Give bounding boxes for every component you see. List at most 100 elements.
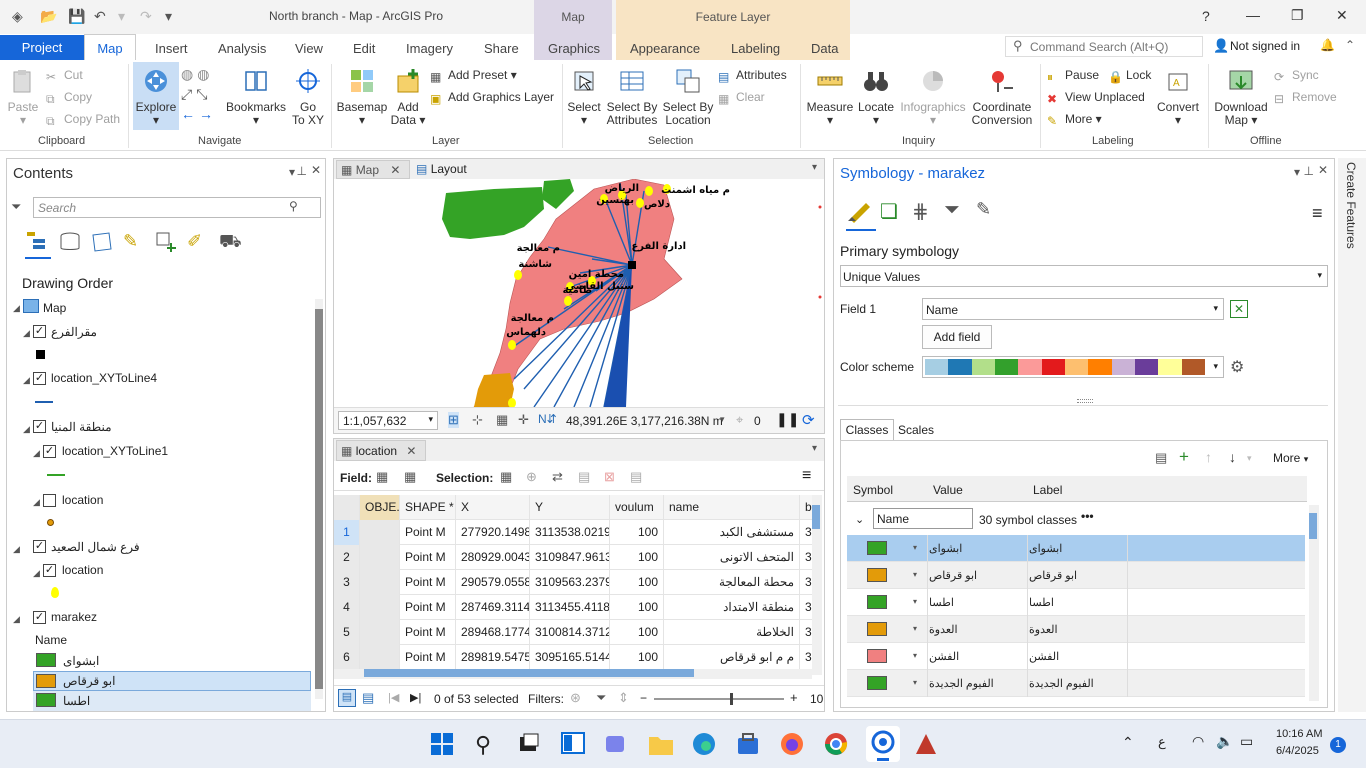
more-button[interactable]: More ▾ <box>1273 451 1308 465</box>
tab-map[interactable]: Map <box>84 34 136 61</box>
sort-icon[interactable]: ▾ <box>1247 453 1252 464</box>
symbol-class-row[interactable]: ▾ ابشواى ابشواى <box>847 535 1305 562</box>
tab-data[interactable]: Data <box>811 41 838 56</box>
tab-layout[interactable]: ▤ Layout <box>412 160 522 179</box>
add-class-icon[interactable]: + <box>1179 447 1189 467</box>
class-label[interactable]: ابشواى <box>1029 542 1124 555</box>
last-record-icon[interactable]: ▶| <box>410 691 421 704</box>
symbol-dropdown-icon[interactable]: ▾ <box>913 543 917 552</box>
clear-selection-button[interactable]: ▦ Clear <box>718 90 765 106</box>
layer-marakez[interactable]: marakez <box>51 610 97 624</box>
cell-name[interactable]: محطة المعالجة <box>664 570 800 595</box>
paste-button[interactable]: Paste ▾ <box>6 68 40 127</box>
cell-b[interactable]: 3 <box>800 620 812 645</box>
cell-id[interactable]: 2 <box>334 545 360 570</box>
calculate-field-icon[interactable]: ▦ <box>404 469 416 485</box>
arcgis-pro-taskbar-icon[interactable] <box>866 726 900 762</box>
table-dropdown-icon[interactable]: ▾ <box>812 443 817 454</box>
cell-y[interactable]: 3100814.3712 <box>530 620 610 645</box>
pane-options-icon[interactable]: ▾ <box>1294 165 1300 179</box>
tab-share[interactable]: Share <box>484 41 519 56</box>
symbol-class-row[interactable]: ▾ ابو قرقاص ابو قرقاص <box>847 562 1305 589</box>
zoom-in-icon[interactable]: + <box>790 690 798 705</box>
download-map-button[interactable]: Download Map ▾ <box>1212 68 1270 127</box>
go-to-xy-button[interactable]: Go To XY <box>290 68 326 127</box>
cell-objectid[interactable] <box>360 520 400 545</box>
legend-item[interactable]: اطسا <box>33 691 311 711</box>
layer-location-2[interactable]: location <box>62 563 103 577</box>
layer-location-1[interactable]: location <box>62 493 103 507</box>
tab-graphics[interactable]: Graphics <box>548 41 600 56</box>
cell-x[interactable]: 277920.1498 <box>456 520 530 545</box>
table-row[interactable]: 6 Point M 289819.5475 3095165.5144 100 م م اب… <box>334 645 812 669</box>
symbol-class-row[interactable]: ▾ الفشن الفشن <box>847 643 1305 670</box>
convert-button[interactable]: A Convert ▾ <box>1154 68 1202 127</box>
sync-button[interactable]: ⟳ Sync <box>1274 68 1319 84</box>
table-row[interactable]: 1 Point M 277920.1498 3113538.0219 100 مستشفى… <box>334 520 812 545</box>
move-up-icon[interactable]: ↑ <box>1205 449 1212 465</box>
locate-button[interactable]: Locate ▾ <box>856 68 896 127</box>
refresh-icon[interactable]: ⟳ <box>802 411 815 429</box>
copy-button[interactable]: ⧉ Copy <box>46 90 92 106</box>
cell-name[interactable]: المتحف الاتونى <box>664 545 800 570</box>
symbol-class-row[interactable]: ▾ اطسا اطسا <box>847 589 1305 616</box>
collapse-icon[interactable]: ◢ <box>33 448 40 459</box>
remove-button[interactable]: ⊟ Remove <box>1274 90 1337 106</box>
cell-x[interactable]: 287469.3114 <box>456 595 530 620</box>
cell-b[interactable]: 3 <box>800 645 812 669</box>
select-by-attr-icon[interactable]: ▦ <box>500 469 512 485</box>
classes-scrollbar[interactable] <box>1309 505 1319 701</box>
create-features-side-tab[interactable]: Create Features <box>1338 158 1366 712</box>
tab-scales[interactable]: Scales <box>896 421 936 441</box>
cell-b[interactable]: 3 <box>800 570 812 595</box>
collapse-icon[interactable]: ◢ <box>23 328 30 339</box>
cell-y[interactable]: 3109847.9613 <box>530 545 610 570</box>
column-header[interactable]: Y <box>530 495 610 520</box>
notification-icon[interactable]: 🔔 <box>1320 38 1335 52</box>
store-icon[interactable] <box>736 732 762 758</box>
symbology-type-dropdown[interactable]: Unique Values ▾ <box>840 265 1328 287</box>
cell-b[interactable]: 3 <box>800 545 812 570</box>
class-label[interactable]: ابو قرقاص <box>1029 569 1124 582</box>
add-graphics-layer-button[interactable]: ▣ Add Graphics Layer <box>430 90 554 106</box>
symbol-swatch[interactable] <box>867 568 887 582</box>
teams-icon[interactable] <box>604 732 630 758</box>
cell-x[interactable]: 289468.1774 <box>456 620 530 645</box>
cell-x[interactable]: 290579.0558 <box>456 570 530 595</box>
zoom-icon[interactable]: ⇕ <box>618 690 629 706</box>
extent-filter-icon[interactable]: ⊛ <box>570 690 581 706</box>
pane-close-icon[interactable]: ✕ <box>1318 163 1328 177</box>
sign-in-status[interactable]: Not signed in <box>1230 39 1300 53</box>
list-by-perspective-icon[interactable]: ⛟ <box>219 231 242 255</box>
tab-labeling[interactable]: Labeling <box>731 41 780 56</box>
cell-objectid[interactable] <box>360 620 400 645</box>
add-data-button[interactable]: Add Data ▾ <box>390 68 426 127</box>
move-down-icon[interactable]: ↓ <box>1229 449 1236 465</box>
cell-voulum[interactable]: 100 <box>610 545 664 570</box>
layer-visibility-checkbox[interactable]: ✓ <box>43 564 56 577</box>
cell-shape[interactable]: Point M <box>400 595 456 620</box>
clear-selection-icon[interactable]: ▤ <box>578 469 590 485</box>
list-by-drawing-order-icon[interactable] <box>25 229 51 259</box>
class-label[interactable]: الفشن <box>1029 650 1124 663</box>
copy-icon[interactable]: ▤ <box>630 469 642 485</box>
volume-icon[interactable]: 🔈 <box>1216 733 1233 750</box>
undo-dropdown-icon[interactable]: ▾ <box>118 8 125 25</box>
tab-classes[interactable]: Classes <box>840 419 894 441</box>
pane-close-icon[interactable]: ✕ <box>311 163 321 177</box>
cell-objectid[interactable] <box>360 645 400 669</box>
symbol-dropdown-icon[interactable]: ▾ <box>913 678 917 687</box>
tab-insert[interactable]: Insert <box>155 41 188 56</box>
cell-shape[interactable]: Point M <box>400 645 456 669</box>
expression-icon[interactable]: ✕ <box>1230 300 1248 318</box>
symbol-dropdown-icon[interactable]: ▾ <box>913 624 917 633</box>
symbol-layer-drawing-icon[interactable]: ⋕ <box>912 199 929 224</box>
cell-shape[interactable]: Point M <box>400 620 456 645</box>
class-label[interactable]: الفيوم الجديدة <box>1029 677 1124 690</box>
class-label[interactable]: العدوة <box>1029 623 1124 636</box>
previous-extent-icon[interactable]: ←→ <box>181 106 217 122</box>
table-row[interactable]: 2 Point M 280929.0043 3109847.9613 100 المتحف… <box>334 545 812 570</box>
cell-name[interactable]: الخلاطة <box>664 620 800 645</box>
fixed-zoom-icon[interactable]: ⤢⤡ <box>181 86 211 103</box>
collapse-group-icon[interactable]: ⌄ <box>855 513 864 526</box>
